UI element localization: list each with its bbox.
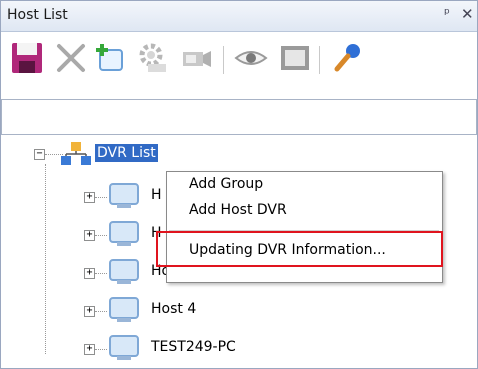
tree-connector xyxy=(95,311,107,312)
host-label[interactable]: H xyxy=(151,187,162,203)
toolbar-separator xyxy=(319,46,320,74)
toolbar xyxy=(1,32,477,92)
network-icon xyxy=(61,142,91,165)
tree-connector xyxy=(95,197,107,198)
monitor-icon xyxy=(109,297,139,322)
host-expander[interactable]: + xyxy=(84,268,95,279)
camera-icon[interactable] xyxy=(179,40,215,76)
pin-icon[interactable]: ᵖ xyxy=(444,6,450,22)
monitor-icon xyxy=(109,221,139,246)
tree-root-label[interactable]: DVR List xyxy=(95,144,158,162)
monitor-icon xyxy=(109,259,139,284)
menu-item-add-host-dvr[interactable]: Add Host DVR xyxy=(189,202,287,218)
save-icon[interactable] xyxy=(9,40,45,76)
tree-connector xyxy=(95,349,107,350)
root-expander[interactable]: − xyxy=(34,149,45,160)
screen-icon[interactable] xyxy=(277,40,313,76)
highlight-box xyxy=(156,231,443,267)
delete-icon[interactable] xyxy=(53,40,89,76)
monitor-icon xyxy=(109,335,139,360)
toolbar-separator xyxy=(223,46,224,74)
panel-titlebar: Host List ᵖ ✕ xyxy=(1,1,477,32)
search-input[interactable] xyxy=(1,99,477,135)
tree-connector xyxy=(95,273,107,274)
menu-item-add-group[interactable]: Add Group xyxy=(189,176,263,192)
host-expander[interactable]: + xyxy=(84,306,95,317)
host-expander[interactable]: + xyxy=(84,192,95,203)
monitor-icon xyxy=(109,183,139,208)
host-expander[interactable]: + xyxy=(84,344,95,355)
close-icon[interactable]: ✕ xyxy=(461,5,474,23)
settings-icon[interactable] xyxy=(136,40,172,76)
eye-icon[interactable] xyxy=(233,40,269,76)
add-group-icon[interactable] xyxy=(94,40,130,76)
host-list-panel: Host List ᵖ ✕ − DVR List + H + H + + Hos… xyxy=(0,0,478,369)
tree-connector xyxy=(95,235,107,236)
host-label[interactable]: TEST249-PC xyxy=(151,339,236,355)
microphone-icon[interactable] xyxy=(329,40,365,76)
host-label[interactable]: Host 4 xyxy=(151,301,196,317)
panel-title: Host List xyxy=(7,7,68,23)
tree-connector xyxy=(45,164,46,354)
host-expander[interactable]: + xyxy=(84,230,95,241)
